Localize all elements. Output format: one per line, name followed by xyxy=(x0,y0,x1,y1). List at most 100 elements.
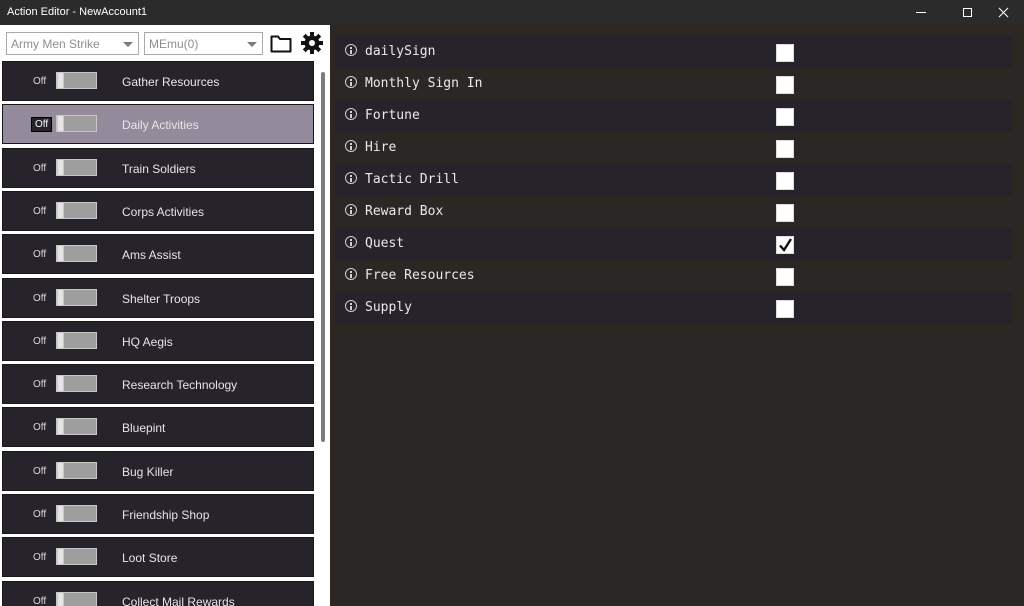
maximize-icon xyxy=(962,8,972,17)
toggle-state-label: Off xyxy=(33,509,47,520)
info-icon[interactable] xyxy=(345,108,357,120)
settings-button[interactable] xyxy=(301,32,323,54)
toolbar: Army Men Strike MEmu(0) xyxy=(0,25,330,60)
action-toggle[interactable] xyxy=(56,245,97,263)
info-icon[interactable] xyxy=(345,140,357,152)
action-item[interactable]: Off Daily Activities xyxy=(2,104,314,145)
option-row: dailySign xyxy=(335,36,1012,68)
action-item-label: Research Technology xyxy=(122,378,238,393)
action-editor-window: Action Editor - NewAccount1 Army Men Str… xyxy=(0,0,1024,606)
options-panel: dailySign Monthly Sign In Fortune Hire Tacti… xyxy=(330,25,1024,606)
action-item[interactable]: Off Train Soldiers xyxy=(2,147,314,188)
action-item[interactable]: Off Collect Mail Rewards xyxy=(2,580,314,606)
toggle-state-label: Off xyxy=(33,162,47,174)
gear-icon xyxy=(301,32,323,54)
info-icon[interactable] xyxy=(345,172,357,184)
open-folder-button[interactable] xyxy=(270,33,292,53)
folder-icon xyxy=(270,35,292,53)
info-icon[interactable] xyxy=(345,204,357,216)
option-checkbox[interactable] xyxy=(776,204,794,222)
toggle-state-label: Off xyxy=(33,249,47,261)
option-label: Reward Box xyxy=(365,204,444,219)
info-icon[interactable] xyxy=(345,236,357,248)
info-icon[interactable] xyxy=(345,300,357,312)
action-item[interactable]: Off Friendship Shop xyxy=(2,494,314,534)
close-button[interactable] xyxy=(980,0,1024,25)
option-row: Tactic Drill xyxy=(335,164,1012,196)
chevron-down-icon xyxy=(247,42,257,47)
action-item-label: Collect Mail Rewards xyxy=(122,594,235,606)
action-item-label: Bluepint xyxy=(122,421,166,436)
action-item-label: Train Soldiers xyxy=(122,161,196,176)
action-item[interactable]: Off Ams Assist xyxy=(2,234,314,275)
option-label: Fortune xyxy=(365,108,420,123)
action-item-label: Corps Activities xyxy=(122,204,205,219)
toggle-knob xyxy=(57,201,64,219)
action-item-label: Daily Activities xyxy=(122,118,199,133)
info-icon[interactable] xyxy=(345,44,357,56)
action-item-label: Shelter Troops xyxy=(122,291,201,306)
action-item[interactable]: Off Bluepint xyxy=(2,407,314,448)
action-toggle[interactable] xyxy=(56,505,97,522)
toggle-knob xyxy=(57,331,64,349)
option-checkbox[interactable] xyxy=(776,268,794,286)
toggle-knob xyxy=(57,288,64,306)
action-item[interactable]: Off Loot Store xyxy=(2,537,314,578)
action-toggle[interactable] xyxy=(56,548,97,566)
toggle-knob xyxy=(57,548,64,566)
close-icon xyxy=(998,7,1009,18)
toggle-state-label: Off xyxy=(33,379,47,391)
action-toggle[interactable] xyxy=(56,288,97,306)
action-list-scrollbar[interactable] xyxy=(321,72,325,442)
info-icon[interactable] xyxy=(345,76,357,88)
option-checkbox[interactable] xyxy=(776,108,794,126)
game-select-value: Army Men Strike xyxy=(11,37,100,51)
toggle-state-label: Off xyxy=(33,552,47,564)
minimize-button[interactable] xyxy=(898,0,944,25)
option-checkbox[interactable] xyxy=(776,76,794,94)
option-label: dailySign xyxy=(365,44,436,59)
option-checkbox[interactable] xyxy=(776,140,794,158)
action-toggle[interactable] xyxy=(56,591,97,606)
toggle-state-label: Off xyxy=(33,595,47,606)
action-item-label: Loot Store xyxy=(122,551,178,566)
action-item[interactable]: Off HQ Aegis xyxy=(2,320,314,361)
option-checkbox[interactable] xyxy=(776,236,794,254)
action-toggle[interactable] xyxy=(56,72,97,89)
action-item[interactable]: Off Bug Killer xyxy=(2,450,314,491)
action-item[interactable]: Off Shelter Troops xyxy=(2,277,314,318)
emulator-select[interactable]: MEmu(0) xyxy=(144,32,263,55)
option-label: Hire xyxy=(365,140,397,155)
action-item[interactable]: Off Gather Resources xyxy=(2,61,314,101)
minimize-icon xyxy=(916,12,926,13)
toggle-state-label: Off xyxy=(33,422,47,434)
option-label: Supply xyxy=(365,300,412,315)
action-toggle[interactable] xyxy=(56,115,97,133)
action-item[interactable]: Off Corps Activities xyxy=(2,190,314,231)
option-checkbox[interactable] xyxy=(776,44,794,62)
action-item-label: HQ Aegis xyxy=(122,334,173,349)
action-item-label: Friendship Shop xyxy=(122,508,210,522)
action-toggle[interactable] xyxy=(56,418,97,436)
toggle-knob xyxy=(57,72,64,89)
option-checkbox[interactable] xyxy=(776,300,794,318)
toggle-knob xyxy=(57,375,64,393)
game-select[interactable]: Army Men Strike xyxy=(6,32,139,55)
action-item[interactable]: Off Research Technology xyxy=(2,364,314,405)
option-label: Free Resources xyxy=(365,268,475,283)
toggle-knob xyxy=(57,591,64,606)
action-toggle[interactable] xyxy=(56,201,97,219)
info-icon[interactable] xyxy=(345,268,357,280)
action-toggle[interactable] xyxy=(56,331,97,349)
toggle-state-label: Off xyxy=(33,292,47,304)
chevron-down-icon xyxy=(123,42,133,47)
toggle-state-label: Off xyxy=(33,205,47,217)
action-toggle[interactable] xyxy=(56,375,97,393)
action-toggle[interactable] xyxy=(56,158,97,176)
option-row: Quest xyxy=(335,228,1012,260)
option-checkbox[interactable] xyxy=(776,172,794,190)
toggle-state-label: Off xyxy=(31,117,53,133)
action-toggle[interactable] xyxy=(56,461,97,479)
action-list: Off Gather Resources Off Daily Activities Of… xyxy=(2,61,316,606)
toggle-state-label: Off xyxy=(33,335,47,347)
